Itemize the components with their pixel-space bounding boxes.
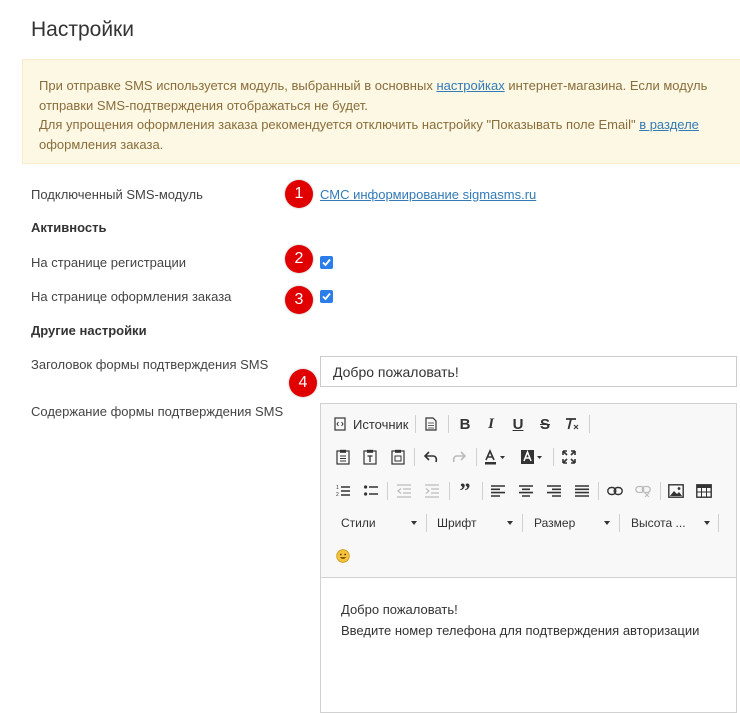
sms-title-input[interactable]	[320, 356, 737, 387]
notice-line-1: При отправке SMS используется модуль, вы…	[39, 78, 708, 93]
table-button[interactable]	[693, 480, 715, 502]
rich-text-editor: Источник B I U S 1 2 ” Стили Шрифт Разме…	[320, 403, 737, 713]
font-dropdown[interactable]: Шрифт	[429, 512, 519, 534]
settings-link[interactable]: настройках	[436, 78, 504, 93]
align-right-icon	[547, 485, 561, 497]
paste-text-button[interactable]	[359, 446, 381, 468]
notice-line-2: отправки SMS-подтверждения отображаться …	[39, 97, 368, 113]
content-line-2: Введите номер телефона для подтверждения…	[341, 623, 700, 638]
align-left-button[interactable]	[487, 480, 509, 502]
image-icon	[668, 484, 684, 498]
check-icon	[322, 258, 331, 267]
sms-module-link[interactable]: СМС информирование sigmasms.ru	[320, 187, 536, 202]
image-button[interactable]	[665, 480, 687, 502]
text-color-icon	[485, 449, 505, 465]
editor-content[interactable]: Добро пожаловать! Введите номер телефона…	[341, 599, 699, 641]
link-icon	[607, 486, 623, 496]
step-badge-4: 4	[289, 369, 317, 397]
clipboard-word-icon	[391, 449, 405, 465]
step-badge-3: 3	[285, 286, 313, 314]
chevron-down-icon	[604, 521, 610, 525]
sms-module-label: Подключенный SMS-модуль	[31, 187, 203, 202]
sms-content-label: Содержание формы подтверждения SMS	[31, 404, 284, 419]
editor-toolbar: Источник B I U S 1 2 ” Стили Шрифт Разме…	[321, 404, 736, 578]
remove-format-icon	[566, 418, 579, 430]
page-title: Настройки	[31, 18, 134, 41]
chevron-down-icon	[411, 521, 417, 525]
align-center-icon	[519, 485, 533, 497]
clipboard-text-icon	[363, 449, 377, 465]
undo-icon	[423, 451, 438, 463]
registration-checkbox[interactable]	[320, 256, 333, 269]
strikethrough-button[interactable]: S	[534, 413, 556, 435]
align-left-icon	[491, 485, 505, 497]
redo-icon	[452, 451, 467, 463]
source-button[interactable]: Источник	[333, 413, 409, 435]
underline-button[interactable]: U	[507, 413, 529, 435]
blockquote-button[interactable]: ”	[454, 478, 476, 503]
size-dropdown[interactable]: Размер	[526, 512, 616, 534]
chevron-down-icon	[704, 521, 710, 525]
notice-line-4: оформления заказа.	[39, 136, 164, 152]
outdent-button[interactable]	[393, 480, 415, 502]
styles-dropdown[interactable]: Стили	[333, 512, 423, 534]
emoji-button[interactable]	[332, 545, 354, 567]
line-height-dropdown[interactable]: Высота ...	[623, 512, 716, 534]
unlink-button[interactable]	[632, 480, 654, 502]
outdent-icon	[397, 484, 411, 498]
checkout-label: На странице оформления заказа	[31, 289, 232, 304]
numbered-list-icon: 12	[336, 485, 350, 498]
notice-line-3: Для упрощения оформления заказа рекоменд…	[39, 117, 699, 132]
unlink-icon	[635, 485, 651, 497]
italic-button[interactable]: I	[480, 413, 502, 435]
step-badge-2: 2	[285, 245, 313, 273]
align-center-button[interactable]	[515, 480, 537, 502]
undo-button[interactable]	[420, 446, 442, 468]
registration-label: На странице регистрации	[31, 255, 187, 270]
maximize-icon	[562, 450, 576, 464]
paste-button[interactable]	[332, 446, 354, 468]
smiley-icon	[336, 549, 350, 563]
bulleted-list-icon	[364, 485, 378, 496]
checkout-checkbox[interactable]	[320, 290, 333, 303]
table-icon	[696, 484, 712, 498]
source-icon	[334, 417, 346, 431]
background-color-icon	[521, 449, 542, 464]
check-icon	[322, 292, 331, 301]
info-notice: При отправке SMS используется модуль, вы…	[22, 59, 740, 164]
align-justify-button[interactable]	[571, 480, 593, 502]
chevron-down-icon	[507, 521, 513, 525]
numbered-list-button[interactable]: 12	[332, 480, 354, 502]
bold-button[interactable]: B	[454, 413, 476, 435]
svg-text:2: 2	[336, 492, 339, 498]
text-color-button[interactable]	[481, 446, 511, 468]
link-button[interactable]	[604, 480, 626, 502]
svg-text:1: 1	[336, 485, 339, 491]
activity-heading: Активность	[31, 220, 107, 235]
step-badge-1: 1	[285, 180, 313, 208]
indent-button[interactable]	[421, 480, 443, 502]
align-right-button[interactable]	[543, 480, 565, 502]
redo-button[interactable]	[448, 446, 470, 468]
indent-icon	[425, 484, 439, 498]
templates-button[interactable]	[420, 413, 442, 435]
clipboard-icon	[336, 449, 350, 465]
paste-word-button[interactable]	[387, 446, 409, 468]
bulleted-list-button[interactable]	[360, 480, 382, 502]
sms-title-label: Заголовок формы подтверждения SMS	[31, 357, 269, 372]
align-justify-icon	[575, 485, 589, 497]
section-link[interactable]: в разделе	[639, 117, 699, 132]
content-line-1: Добро пожаловать!	[341, 602, 458, 617]
other-settings-heading: Другие настройки	[31, 323, 147, 338]
maximize-button[interactable]	[558, 446, 580, 468]
document-icon	[425, 417, 437, 431]
remove-format-button[interactable]	[561, 413, 583, 435]
bg-color-button[interactable]	[518, 446, 548, 468]
